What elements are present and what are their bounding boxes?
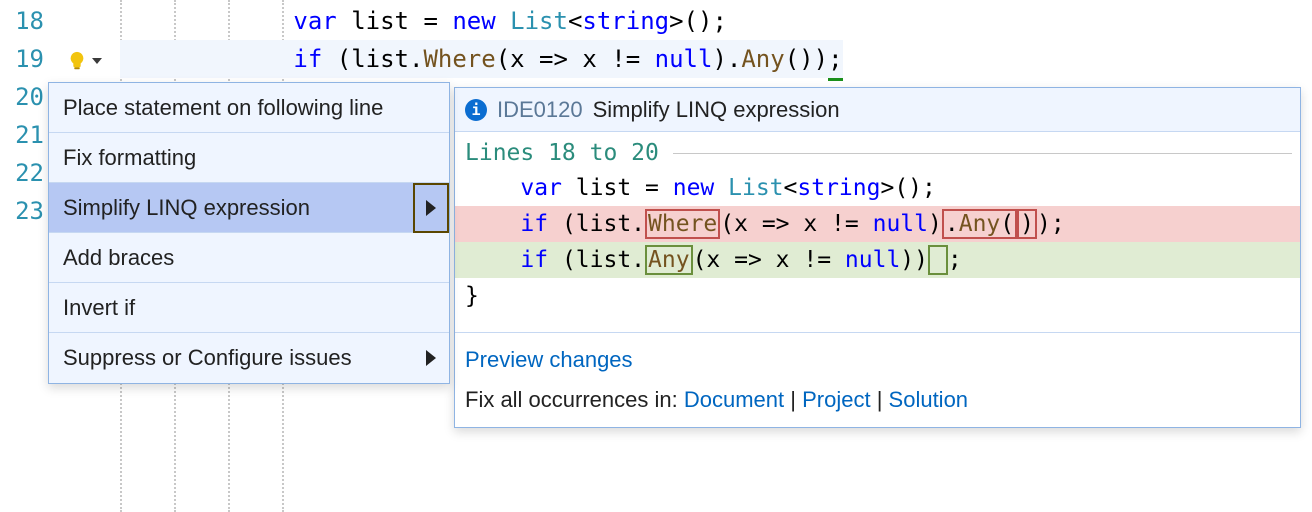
diff-removed-line: if (list.Where(x => x != null).Any()); (455, 206, 1300, 242)
diff-context-line: var list = new List<string>(); (455, 170, 1300, 206)
code-line-19[interactable]: if (list.Where(x => x != null).Any()); (120, 40, 843, 78)
fix-document-link[interactable]: Document (684, 387, 784, 412)
diff-context-line: } (455, 278, 1300, 314)
submenu-arrow-icon (413, 183, 449, 233)
menu-item-place-statement[interactable]: Place statement on following line (49, 83, 449, 133)
line-number: 23 (0, 192, 50, 230)
chevron-down-icon (92, 58, 102, 64)
quick-actions-menu: Place statement on following line Fix fo… (48, 82, 450, 384)
code-editor: 18 19 20 21 22 23 var list = new List<st… (0, 0, 1312, 512)
diagnostic-title: Simplify LINQ expression (593, 97, 840, 123)
menu-item-suppress-configure[interactable]: Suppress or Configure issues (49, 333, 449, 383)
preview-changes-link[interactable]: Preview changes (465, 347, 633, 372)
diff-range-label: Lines 18 to 20 (455, 136, 1300, 170)
menu-item-invert-if[interactable]: Invert if (49, 283, 449, 333)
menu-item-simplify-linq[interactable]: Simplify LINQ expression (49, 183, 449, 233)
fix-project-link[interactable]: Project (802, 387, 870, 412)
warning-squiggle[interactable]: ; (828, 40, 842, 81)
diff-preview: Lines 18 to 20 var list = new List<strin… (455, 132, 1300, 332)
code-line-18[interactable]: var list = new List<string>(); (120, 2, 843, 40)
menu-item-fix-formatting[interactable]: Fix formatting (49, 133, 449, 183)
preview-header: i IDE0120 Simplify LINQ expression (455, 88, 1300, 132)
code-area[interactable]: var list = new List<string>(); if (list.… (120, 2, 843, 78)
line-number: 22 (0, 154, 50, 192)
line-number: 19 (0, 40, 50, 78)
line-number: 21 (0, 116, 50, 154)
menu-item-add-braces[interactable]: Add braces (49, 233, 449, 283)
fix-solution-link[interactable]: Solution (889, 387, 969, 412)
lightbulb-quick-actions-button[interactable] (57, 46, 111, 76)
fix-preview-panel: i IDE0120 Simplify LINQ expression Lines… (454, 87, 1301, 428)
diagnostic-id[interactable]: IDE0120 (497, 97, 583, 123)
line-number: 20 (0, 78, 50, 116)
preview-footer: Preview changes Fix all occurrences in: … (455, 332, 1300, 427)
fix-all-label: Fix all occurrences in: (465, 387, 684, 412)
line-number-gutter: 18 19 20 21 22 23 (0, 0, 50, 230)
line-number: 18 (0, 2, 50, 40)
diff-added-line: if (list.Any(x => x != null)) ; (455, 242, 1300, 278)
submenu-arrow-icon (413, 333, 449, 383)
info-icon: i (465, 99, 487, 121)
lightbulb-icon (66, 50, 88, 72)
